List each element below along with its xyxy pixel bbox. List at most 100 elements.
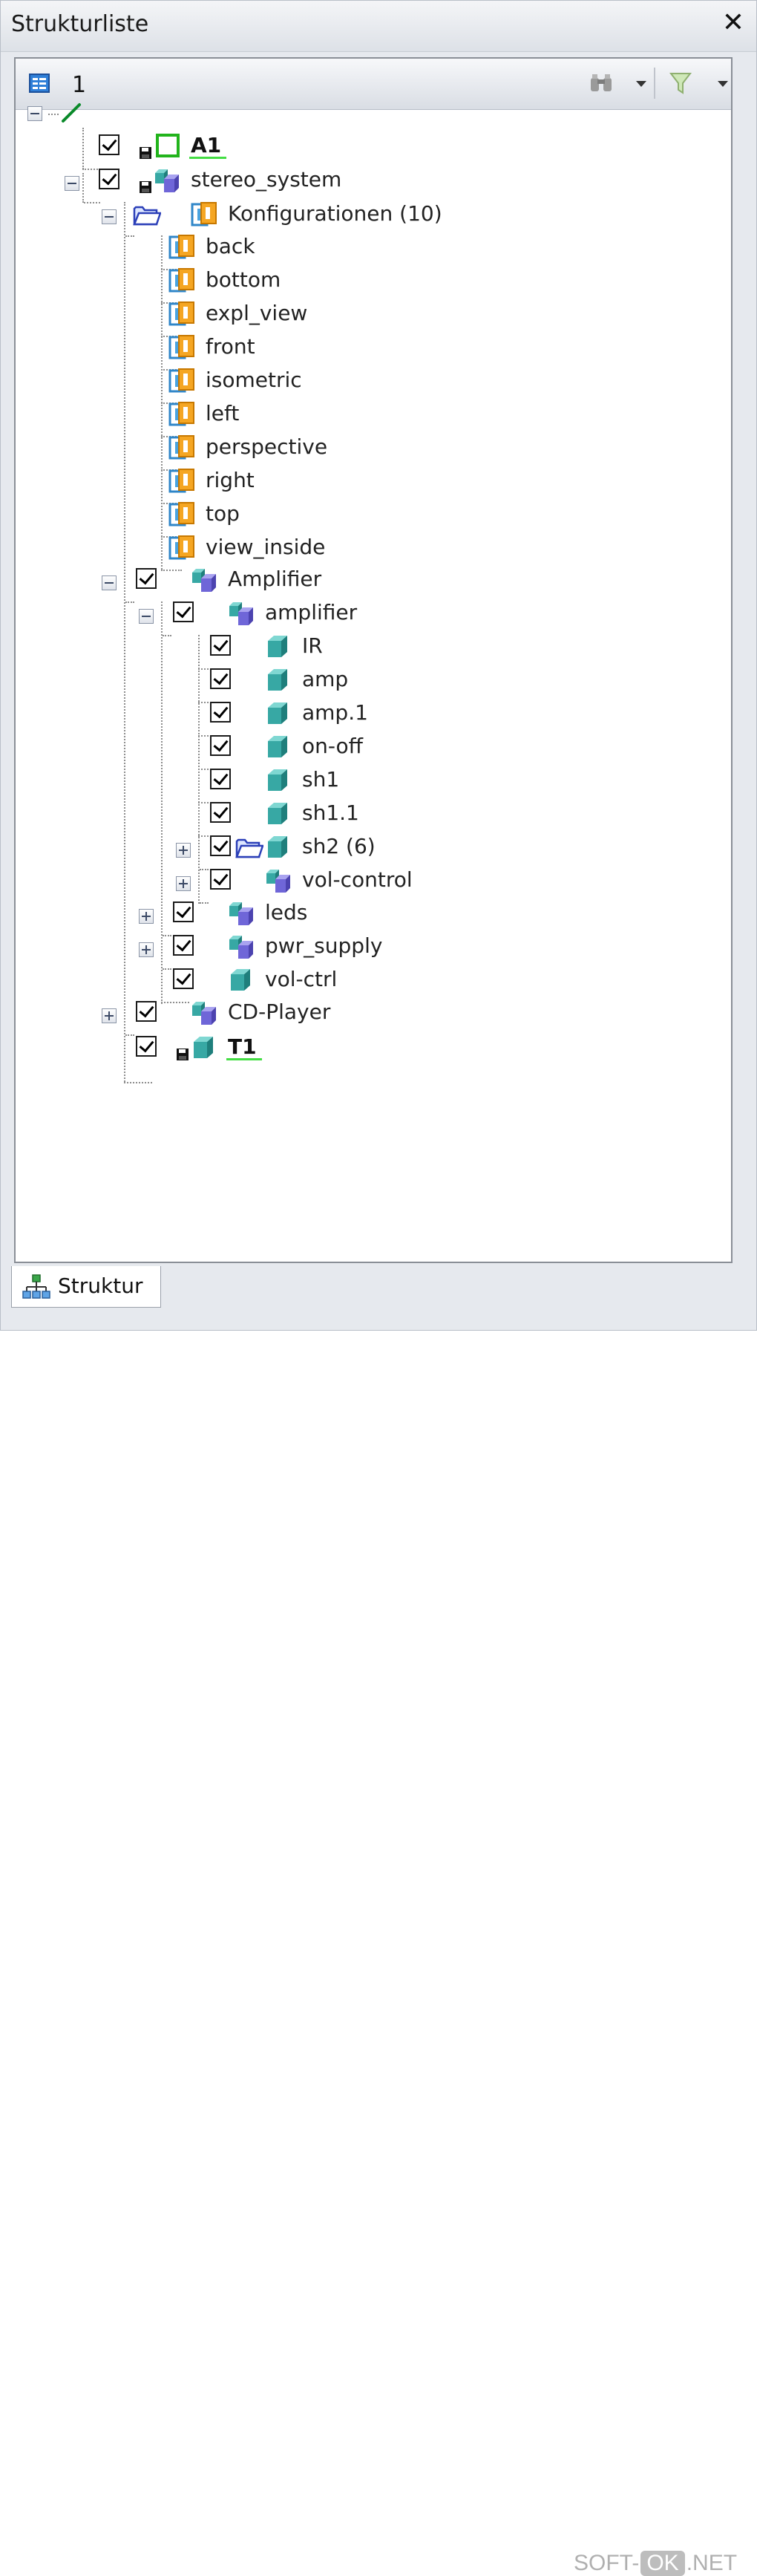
tree-node-label-stereo-system[interactable]: stereo_system xyxy=(191,167,341,192)
collapse-toggle-amplifier-sub[interactable] xyxy=(139,609,154,624)
visibility-checkbox-part[interactable] xyxy=(210,735,231,756)
visibility-checkbox-part[interactable] xyxy=(210,802,231,823)
tree-node-label-config[interactable]: back xyxy=(206,234,255,259)
tree-node-label-config[interactable]: isometric xyxy=(206,368,302,393)
expand-toggle-cd-player[interactable] xyxy=(102,1008,117,1023)
tree-node-label-part[interactable]: vol-control xyxy=(302,867,413,893)
sketch-line-icon xyxy=(62,103,81,123)
part-icon xyxy=(265,667,290,692)
configuration-icon xyxy=(168,434,195,460)
tree-node-label-a1[interactable]: A1 xyxy=(191,133,221,158)
tab-struktur[interactable]: Struktur xyxy=(11,1266,161,1308)
tree-node-label-config[interactable]: bottom xyxy=(206,267,281,293)
part-icon xyxy=(228,967,253,992)
part-icon xyxy=(265,767,290,792)
part-icon xyxy=(265,700,290,725)
expand-toggle-sh2[interactable] xyxy=(176,843,191,858)
visibility-checkbox-part[interactable] xyxy=(210,835,231,856)
filter-dropdown-arrow-icon[interactable] xyxy=(718,81,728,87)
tree-node-label-config[interactable]: expl_view xyxy=(206,301,307,326)
collapse-toggle-root[interactable] xyxy=(27,106,42,121)
assembly-icon xyxy=(191,567,219,593)
filter-icon[interactable] xyxy=(669,71,692,96)
collapse-toggle-configurations[interactable] xyxy=(102,209,117,224)
active-underline xyxy=(189,157,226,159)
tree-node-label-t1[interactable]: T1 xyxy=(228,1034,257,1060)
visibility-checkbox-amplifier-sub[interactable] xyxy=(173,601,194,622)
tree-toolbar: 1 xyxy=(16,59,731,110)
visibility-checkbox-leds[interactable] xyxy=(173,901,194,922)
expand-toggle-vol-control[interactable] xyxy=(176,876,191,891)
tree-node-label-part[interactable]: sh1.1 xyxy=(302,800,359,826)
toolbar-number: 1 xyxy=(72,72,87,98)
tree-node-label-part[interactable]: sh1 xyxy=(302,767,339,792)
tree-node-label-part[interactable]: on-off xyxy=(302,734,363,759)
configuration-icon xyxy=(168,468,195,493)
tree-node-label-part[interactable]: amp xyxy=(302,667,348,692)
visibility-checkbox-t1[interactable] xyxy=(136,1036,157,1057)
panel-titlebar: Strukturliste ✕ xyxy=(1,1,756,52)
close-icon[interactable]: ✕ xyxy=(722,10,744,36)
tree-node-label-pwr-supply[interactable]: pwr_supply xyxy=(265,933,382,959)
list-view-icon[interactable] xyxy=(29,74,50,93)
configuration-icon xyxy=(168,234,195,259)
tree-node-label-amplifier[interactable]: Amplifier xyxy=(228,567,321,592)
tree-node-label-config[interactable]: front xyxy=(206,334,255,359)
collapse-toggle-amplifier[interactable] xyxy=(102,575,117,590)
folder-icon xyxy=(235,837,263,859)
visibility-checkbox-part[interactable] xyxy=(210,769,231,789)
tree-node-label-vol-ctrl[interactable]: vol-ctrl xyxy=(265,967,337,992)
tree-frame: 1 A1 stereo_system Konfigurationen (10) … xyxy=(14,57,733,1263)
visibility-checkbox-amplifier[interactable] xyxy=(136,568,157,589)
part-icon xyxy=(265,800,290,826)
tree-node-label-config[interactable]: perspective xyxy=(206,434,327,460)
assembly-icon xyxy=(154,167,182,194)
assembly-icon xyxy=(228,900,256,927)
visibility-checkbox-cd-player[interactable] xyxy=(136,1001,157,1022)
tree-node-label-part[interactable]: IR xyxy=(302,633,323,659)
visibility-checkbox-pwr-supply[interactable] xyxy=(173,935,194,956)
tree-node-label-part[interactable]: amp.1 xyxy=(302,700,368,725)
configuration-icon xyxy=(168,535,195,560)
tree-node-label-config[interactable]: view_inside xyxy=(206,535,325,560)
tree-node-label-part[interactable]: sh2 (6) xyxy=(302,834,376,859)
tree-node-label-cd-player[interactable]: CD-Player xyxy=(228,1000,330,1025)
configuration-icon xyxy=(168,368,195,393)
expand-toggle-pwr-supply[interactable] xyxy=(139,942,154,957)
structure-tree: A1 stereo_system Konfigurationen (10) ba… xyxy=(16,103,731,1262)
configuration-icon xyxy=(168,267,195,293)
save-disk-icon xyxy=(139,180,152,194)
tree-node-label-config[interactable]: top xyxy=(206,501,240,526)
watermark-prefix: SOFT- xyxy=(574,2551,640,2575)
assembly-icon xyxy=(191,1000,219,1026)
panel-title: Strukturliste xyxy=(11,11,149,37)
tab-label: Struktur xyxy=(58,1274,143,1298)
configuration-icon xyxy=(191,201,217,226)
visibility-checkbox-a1[interactable] xyxy=(99,134,119,155)
visibility-checkbox-part[interactable] xyxy=(210,869,231,890)
visibility-checkbox-part[interactable] xyxy=(210,702,231,723)
part-icon xyxy=(191,1034,216,1060)
bottom-tabstrip: Struktur SOFT- OK .NET xyxy=(1,1266,756,2576)
assembly-icon xyxy=(228,600,256,627)
save-disk-icon xyxy=(139,146,152,160)
visibility-checkbox-stereo-system[interactable] xyxy=(99,169,119,189)
tree-node-label-config[interactable]: left xyxy=(206,401,239,426)
tree-node-label-amplifier-sub[interactable]: amplifier xyxy=(265,600,357,625)
assembly-icon xyxy=(228,933,256,960)
part-icon xyxy=(265,834,290,859)
find-dropdown-arrow-icon[interactable] xyxy=(636,81,646,87)
tree-node-label-leds[interactable]: leds xyxy=(265,900,307,925)
expand-toggle-leds[interactable] xyxy=(139,909,154,924)
watermark: SOFT- OK .NET xyxy=(574,2551,737,2576)
tree-node-label-configurations[interactable]: Konfigurationen (10) xyxy=(228,201,442,226)
collapse-toggle-stereo-system[interactable] xyxy=(65,176,79,191)
binoculars-icon[interactable] xyxy=(589,72,614,94)
visibility-checkbox-vol-ctrl[interactable] xyxy=(173,968,194,989)
active-underline xyxy=(226,1058,262,1060)
visibility-checkbox-part[interactable] xyxy=(210,635,231,656)
visibility-checkbox-part[interactable] xyxy=(210,668,231,689)
save-disk-icon xyxy=(176,1048,189,1061)
configuration-icon xyxy=(168,401,195,426)
tree-node-label-config[interactable]: right xyxy=(206,468,255,493)
